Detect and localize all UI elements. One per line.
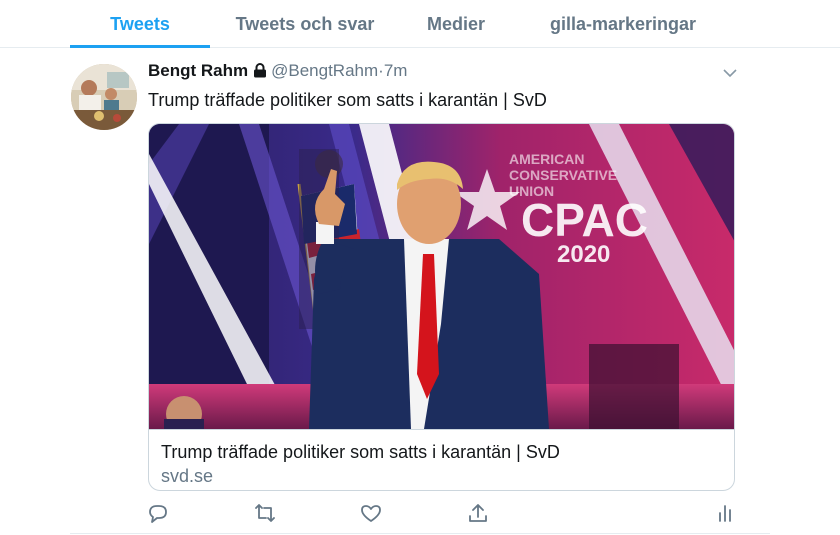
- tweet-text: Trump träffade politiker som satts i kar…: [148, 90, 547, 110]
- author-handle[interactable]: @BengtRahm: [271, 61, 378, 80]
- tweet-header: Bengt Rahm @BengtRahm·7m: [148, 61, 407, 83]
- retweet-icon[interactable]: [253, 501, 277, 525]
- card-title[interactable]: Trump träffade politiker som satts i kar…: [161, 442, 560, 463]
- reply-icon[interactable]: [146, 501, 170, 525]
- sign-year: 2020: [557, 241, 610, 268]
- lock-icon: [253, 63, 267, 83]
- active-tab-indicator: [70, 45, 210, 48]
- divider: [70, 533, 770, 534]
- tweet-timestamp[interactable]: 7m: [384, 61, 408, 80]
- chevron-down-icon[interactable]: [722, 66, 738, 78]
- card-body[interactable]: Trump träffade politiker som satts i kar…: [149, 429, 734, 490]
- avatar-photo: [71, 64, 137, 130]
- sign-line-1: AMERICAN: [509, 151, 584, 167]
- avatar[interactable]: [71, 64, 137, 130]
- tab-media[interactable]: Medier: [412, 0, 500, 47]
- like-icon[interactable]: [359, 501, 383, 525]
- author-name[interactable]: Bengt Rahm: [148, 61, 248, 80]
- tab-tweets[interactable]: Tweets: [70, 0, 210, 47]
- card-image: AMERICAN CONSERVATIVE UNION CPAC 2020: [149, 124, 734, 429]
- tab-likes[interactable]: gilla-markeringar: [537, 0, 709, 47]
- link-card[interactable]: AMERICAN CONSERVATIVE UNION CPAC 2020 Tr…: [148, 123, 735, 491]
- card-domain: svd.se: [161, 466, 214, 486]
- sign-line-2: CONSERVATIVE: [509, 167, 617, 183]
- tab-tweets-and-replies[interactable]: Tweets och svar: [222, 0, 388, 47]
- share-icon[interactable]: [466, 501, 490, 525]
- sign-logo: CPAC: [521, 194, 648, 246]
- analytics-icon[interactable]: [713, 501, 737, 525]
- profile-tabs: Tweets Tweets och svar Medier gilla-mark…: [0, 0, 840, 48]
